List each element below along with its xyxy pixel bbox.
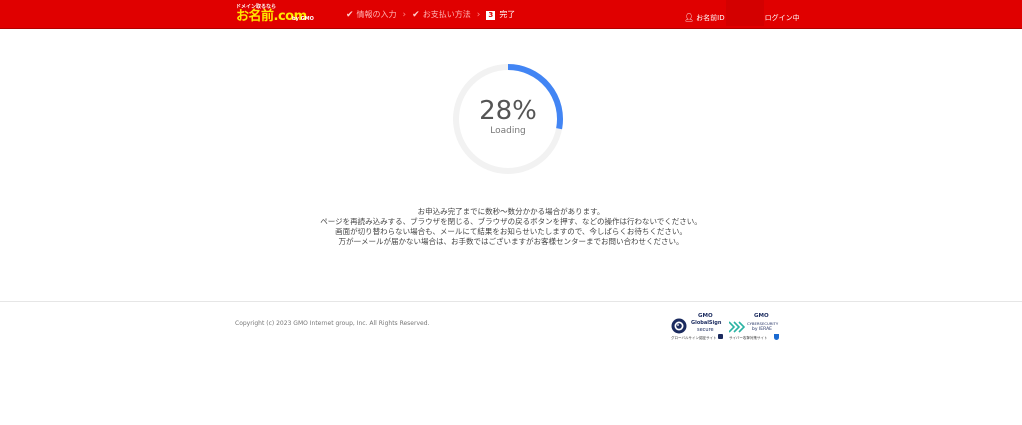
cybersecurity-line1: CYBERSECURITY: [747, 321, 779, 326]
progress-percent: 28%: [479, 96, 537, 126]
globalsign-line1: GlobalSign: [691, 320, 722, 326]
step-2-label: お支払い方法: [422, 10, 471, 19]
step-3-number: 3: [486, 10, 496, 20]
check-icon: ✔: [346, 10, 354, 20]
chevron-right-icon: ›: [476, 10, 481, 20]
notice-messages: お申込み完了までに数秒〜数分かかる場合があります。 ページを再読み込みする、ブラ…: [250, 207, 772, 247]
copyright-text: Copyright (c) 2023 GMO Internet group, I…: [235, 320, 430, 327]
notice-line-3: 画面が切り替わらない場合も、メールにて結果をお知らせいたしますので、今しばらくお…: [335, 227, 687, 236]
notice-line-2: ページを再読み込みする、ブラウザを閉じる、ブラウザの戻るボタンを押す、などの操作…: [320, 217, 702, 226]
user-icon: 👤︎: [684, 13, 695, 22]
chevron-right-icon: ›: [402, 10, 407, 20]
login-status-text: ログイン中: [764, 13, 800, 22]
cybersecurity-brand: GMO: [754, 313, 769, 319]
step-1-label: 情報の入力: [356, 10, 397, 19]
onamae-logo[interactable]: ドメイン取るなら お名前.com by GMO: [236, 4, 316, 24]
globalsign-badge[interactable]: GMO GlobalSign secure グローバルサイン認証サイト: [671, 313, 725, 345]
check-icon: ✔: [412, 10, 420, 20]
cybersecurity-badge[interactable]: GMO CYBERSECURITY by IERAE サイバー攻撃対策サイト: [728, 313, 782, 345]
step-3: 3 完了: [486, 9, 515, 21]
globalsign-brand: GMO: [698, 313, 713, 319]
step-2: ✔ お支払い方法: [412, 9, 471, 21]
redacted-user-id: [725, 0, 764, 26]
user-id-prefix: お名前ID: [696, 13, 725, 22]
user-login-status: 👤︎ お名前ID ログイン中: [684, 0, 800, 26]
shield-icon: [774, 334, 779, 340]
cybersecurity-wave-icon: [729, 321, 745, 333]
logo-by-gmo: by GMO: [292, 16, 314, 22]
progress-label: Loading: [490, 126, 526, 136]
notice-line-4: 万が一メールが届かない場合は、お手数ではございますがお客様センターまでお問い合わ…: [338, 237, 684, 246]
step-3-label: 完了: [499, 10, 516, 19]
globalsign-line2: secure: [697, 327, 714, 333]
step-indicator: ✔ 情報の入力 › ✔ お支払い方法 › 3 完了: [346, 8, 515, 22]
lock-icon: [718, 334, 723, 339]
loading-progress: 28% Loading: [449, 60, 567, 178]
cybersecurity-caption: サイバー攻撃対策サイト: [729, 336, 768, 340]
header-bar: ドメイン取るなら お名前.com by GMO ✔ 情報の入力 › ✔ お支払い…: [0, 0, 1022, 29]
globalsign-caption: グローバルサイン認証サイト: [671, 336, 717, 340]
step-1: ✔ 情報の入力: [346, 9, 397, 21]
footer-divider: [0, 301, 1022, 302]
cybersecurity-line2: by IERAE: [752, 327, 772, 332]
globalsign-eye-icon: [671, 318, 687, 334]
notice-line-1: お申込み完了までに数秒〜数分かかる場合があります。: [417, 207, 605, 216]
